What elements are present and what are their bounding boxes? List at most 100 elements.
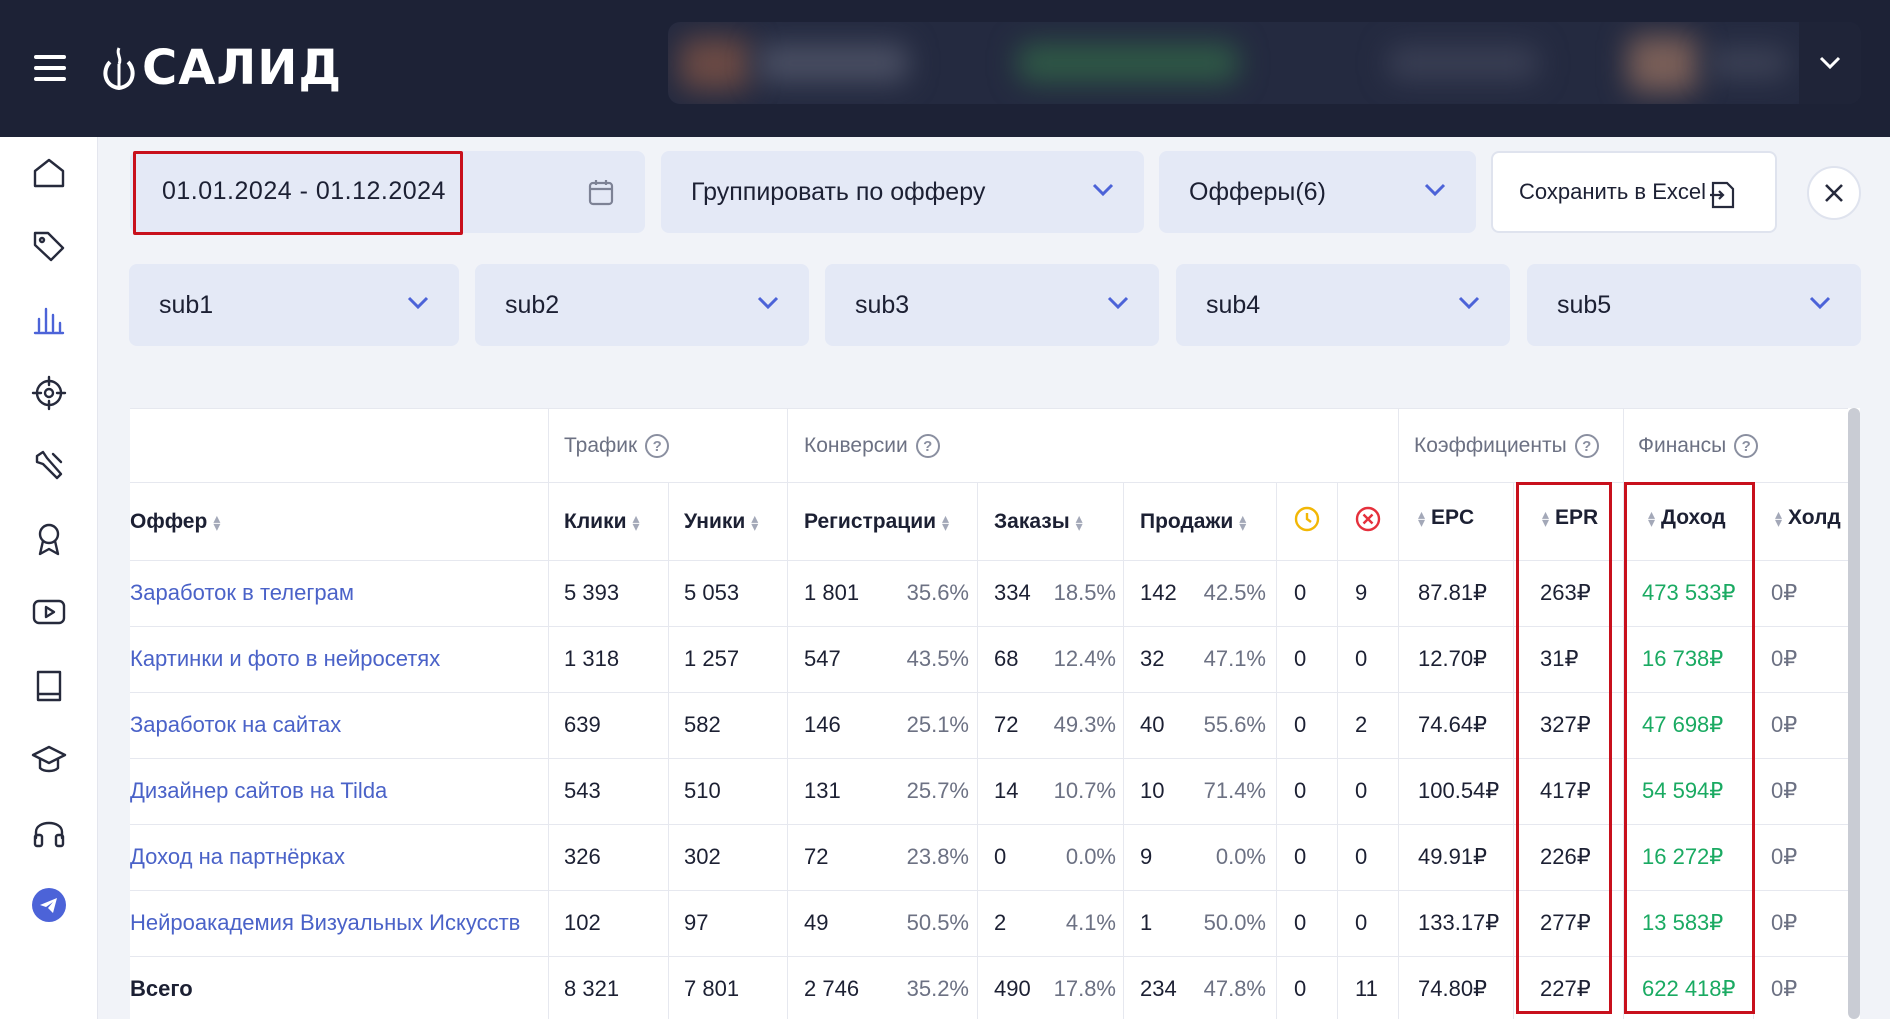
- tag-icon[interactable]: [29, 226, 69, 266]
- table-scrollbar[interactable]: [1848, 408, 1860, 1019]
- close-button[interactable]: [1807, 166, 1861, 220]
- column-offer[interactable]: Оффер ▴ ▾: [130, 510, 220, 534]
- cell-reg: 2 746: [804, 976, 860, 1001]
- help-icon[interactable]: ?: [1574, 434, 1599, 458]
- target-icon[interactable]: [29, 373, 69, 413]
- sub2-label: sub2: [505, 290, 560, 319]
- education-icon[interactable]: [29, 739, 69, 779]
- help-icon[interactable]: ?: [915, 434, 940, 458]
- cell-clicks: 1 318: [564, 646, 620, 671]
- cell-orders: 2: [994, 910, 1007, 935]
- account-dropdown-button[interactable]: [1799, 22, 1861, 104]
- cell-rejected: 0: [1355, 778, 1368, 803]
- calendar-icon[interactable]: [588, 178, 614, 206]
- date-range-value[interactable]: 01.01.2024 - 01.12.2024: [162, 177, 446, 206]
- chevron-down-icon: [1107, 296, 1129, 310]
- cell-orders-pct: 12.4%: [1053, 646, 1116, 671]
- cell-clicks: 543: [564, 778, 601, 803]
- statistics-icon[interactable]: [29, 299, 69, 339]
- group-finance-label: Финансы: [1638, 434, 1727, 457]
- cell-hold: 0₽: [1771, 712, 1798, 737]
- sub5-label: sub5: [1557, 290, 1612, 319]
- account-summary[interactable]: [668, 22, 1861, 104]
- cell-pending: 0: [1294, 580, 1307, 605]
- group-conversions-label: Конверсии: [804, 434, 908, 457]
- sort-icon: ▴ ▾: [632, 510, 640, 534]
- sub2-select[interactable]: sub2: [475, 264, 809, 346]
- top-bar: САЛИД: [0, 0, 1890, 137]
- cell-offer[interactable]: Заработок на сайтах: [130, 712, 341, 738]
- cell-uniques: 5 053: [684, 580, 740, 605]
- cell-reg: 49: [804, 910, 829, 935]
- save-excel-button[interactable]: Сохранить в Excel: [1491, 151, 1777, 233]
- group-traffic: Трафик?: [564, 434, 670, 458]
- cell-reg-pct: 50.5%: [906, 910, 969, 935]
- column-sales[interactable]: Продажи ▴ ▾: [1140, 510, 1246, 534]
- sub1-select[interactable]: sub1: [129, 264, 459, 346]
- cell-offer[interactable]: Дизайнер сайтов на Tilda: [130, 778, 387, 804]
- sub1-label: sub1: [159, 290, 214, 319]
- book-icon[interactable]: [29, 666, 69, 706]
- sub5-select[interactable]: sub5: [1527, 264, 1861, 346]
- cell-uniques: 1 257: [684, 646, 740, 671]
- column-divider: [1398, 408, 1399, 1019]
- telegram-icon[interactable]: [29, 885, 69, 925]
- sub4-label: sub4: [1206, 290, 1261, 319]
- group-coefficients-label: Коэффициенты: [1414, 434, 1567, 457]
- sub3-select[interactable]: sub3: [825, 264, 1159, 346]
- home-icon[interactable]: [29, 153, 69, 193]
- cell-epc: 49.91₽: [1418, 844, 1488, 869]
- sidebar: [0, 137, 98, 1019]
- cell-offer[interactable]: Картинки и фото в нейросетях: [130, 646, 440, 672]
- cell-reg: 146: [804, 712, 841, 737]
- cell-offer: Всего: [130, 976, 193, 1001]
- group-traffic-label: Трафик: [564, 434, 638, 457]
- cell-offer[interactable]: Нейроакадемия Визуальных Искусств: [130, 910, 520, 936]
- cell-orders: 0: [994, 844, 1007, 869]
- support-headphones-icon[interactable]: [29, 812, 69, 852]
- cell-sales: 40: [1140, 712, 1165, 737]
- column-epc-label: EPC: [1431, 506, 1475, 529]
- column-divider: [1276, 482, 1277, 1019]
- column-clicks[interactable]: Клики ▴ ▾: [564, 510, 640, 534]
- close-icon: [1825, 184, 1843, 202]
- award-icon[interactable]: [29, 519, 69, 559]
- statistics-table: Трафик? Конверсии? Коэффициенты? Финансы…: [130, 408, 1860, 1019]
- cell-reg: 547: [804, 646, 841, 671]
- column-uniques[interactable]: Уники ▴ ▾: [684, 510, 758, 534]
- logo[interactable]: САЛИД: [98, 40, 342, 96]
- sort-icon: ▴ ▾: [751, 510, 759, 534]
- group-coefficients: Коэффициенты?: [1414, 434, 1599, 458]
- help-icon[interactable]: ?: [1734, 434, 1759, 458]
- column-orders-label: Заказы: [994, 510, 1070, 533]
- column-pending[interactable]: [1294, 506, 1320, 532]
- group-by-select[interactable]: Группировать по офферу: [661, 151, 1144, 233]
- menu-icon[interactable]: [34, 55, 66, 81]
- clock-icon: [1294, 506, 1320, 532]
- tools-icon[interactable]: [29, 446, 69, 486]
- cell-rejected: 0: [1355, 646, 1368, 671]
- sub4-select[interactable]: sub4: [1176, 264, 1510, 346]
- column-epc[interactable]: ▴ ▾ EPC: [1418, 506, 1474, 530]
- column-divider: [1513, 482, 1514, 1019]
- column-orders[interactable]: Заказы ▴ ▾: [994, 510, 1083, 534]
- cell-uniques: 97: [684, 910, 709, 935]
- cell-sales-pct: 50.0%: [1203, 910, 1266, 935]
- column-uniques-label: Уники: [684, 510, 746, 533]
- help-icon[interactable]: ?: [645, 434, 670, 458]
- cell-pending: 0: [1294, 646, 1307, 671]
- sort-icon: ▴ ▾: [1418, 506, 1426, 530]
- cell-offer[interactable]: Доход на партнёрках: [130, 844, 345, 870]
- cell-sales-pct: 71.4%: [1203, 778, 1266, 803]
- offers-select[interactable]: Офферы(6): [1159, 151, 1476, 233]
- reject-icon: [1355, 506, 1381, 532]
- cell-orders: 14: [994, 778, 1019, 803]
- video-icon[interactable]: [29, 592, 69, 632]
- column-rejected[interactable]: [1355, 506, 1381, 532]
- column-registrations[interactable]: Регистрации ▴ ▾: [804, 510, 949, 534]
- logo-icon: [103, 47, 135, 91]
- cell-sales-pct: 47.1%: [1203, 646, 1266, 671]
- column-divider: [668, 482, 669, 1019]
- cell-offer[interactable]: Заработок в телеграм: [130, 580, 354, 606]
- column-hold[interactable]: ▴ ▾ Холд: [1775, 506, 1841, 530]
